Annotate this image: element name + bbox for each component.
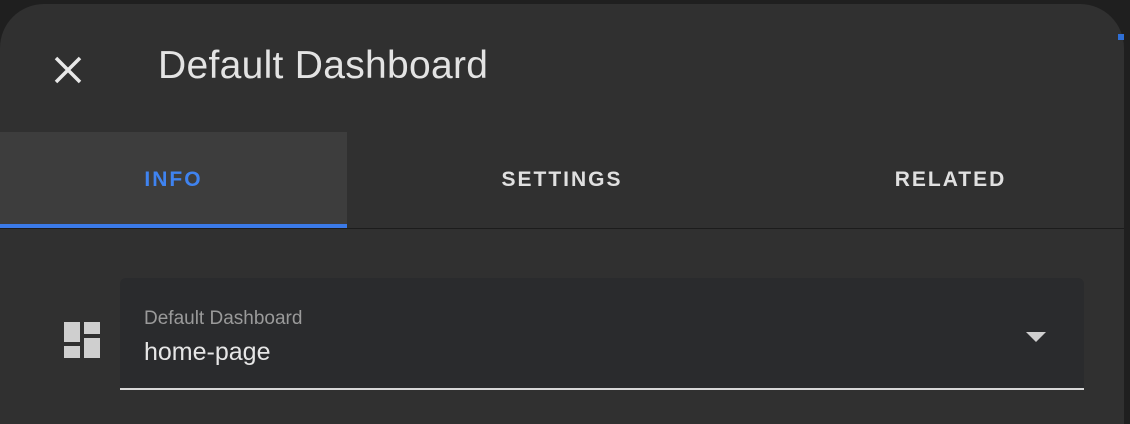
view-dashboard-icon <box>64 322 100 358</box>
tab-info[interactable]: INFO <box>0 132 347 228</box>
default-dashboard-select[interactable]: Default Dashboard home-page <box>120 278 1084 390</box>
dialog-title: Default Dashboard <box>158 44 489 87</box>
dropdown-arrow-icon[interactable] <box>1026 332 1046 342</box>
tab-bar: INFO SETTINGS RELATED <box>0 132 1124 229</box>
field-value: home-page <box>144 338 271 366</box>
close-icon <box>54 56 82 84</box>
accent-edge <box>1118 34 1124 40</box>
field-label: Default Dashboard <box>144 308 303 329</box>
close-button[interactable] <box>48 50 88 90</box>
tab-settings[interactable]: SETTINGS <box>347 132 777 228</box>
tab-related[interactable]: RELATED <box>777 132 1124 228</box>
dialog: Default Dashboard INFO SETTINGS RELATED … <box>0 4 1124 424</box>
